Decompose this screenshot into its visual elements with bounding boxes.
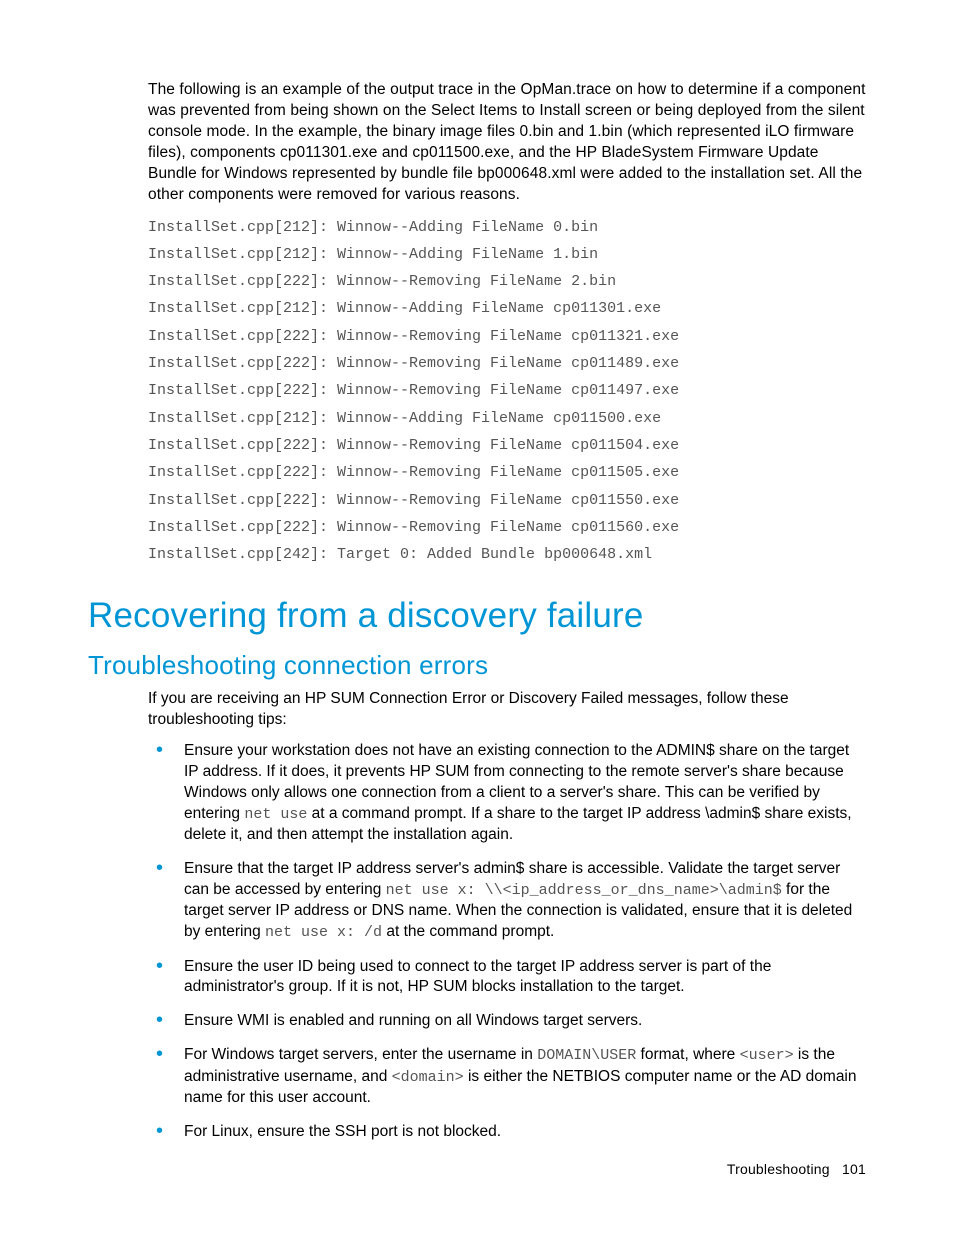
trace-output: InstallSet.cpp[212]: Winnow--Adding File… (148, 214, 866, 569)
intro-paragraph: The following is an example of the outpu… (148, 80, 866, 206)
inline-code: DOMAIN\USER (537, 1047, 636, 1064)
footer-section-label: Troubleshooting (727, 1161, 830, 1177)
list-item-text: Ensure WMI is enabled and running on all… (184, 1012, 642, 1029)
list-item: Ensure the user ID being used to connect… (148, 957, 866, 999)
inline-code: <user> (740, 1047, 794, 1064)
inline-code: net use x: /d (265, 924, 382, 941)
inline-code: <domain> (392, 1069, 464, 1086)
page-content: The following is an example of the outpu… (0, 0, 954, 1143)
list-item: Ensure your workstation does not have an… (148, 741, 866, 846)
troubleshooting-list: Ensure your workstation does not have an… (148, 741, 866, 1142)
inline-code: net use (244, 806, 307, 823)
list-item: Ensure WMI is enabled and running on all… (148, 1011, 866, 1032)
intro-block: The following is an example of the outpu… (148, 80, 866, 568)
list-item: For Linux, ensure the SSH port is not bl… (148, 1122, 866, 1143)
heading-recovering: Recovering from a discovery failure (88, 596, 866, 636)
list-item: Ensure that the target IP address server… (148, 859, 866, 943)
inline-code: net use x: \\<ip_address_or_dns_name>\ad… (386, 882, 782, 899)
footer-page-number: 101 (842, 1161, 866, 1177)
list-item-text: For Linux, ensure the SSH port is not bl… (184, 1123, 501, 1140)
list-item: For Windows target servers, enter the us… (148, 1045, 866, 1108)
list-item-text: format, where (636, 1046, 739, 1063)
list-item-text: Ensure the user ID being used to connect… (184, 958, 771, 996)
heading-troubleshooting: Troubleshooting connection errors (88, 650, 866, 681)
list-item-text: at the command prompt. (382, 923, 554, 940)
list-item-text: For Windows target servers, enter the us… (184, 1046, 537, 1063)
page-footer: Troubleshooting 101 (727, 1161, 866, 1177)
tips-intro: If you are receiving an HP SUM Connectio… (148, 689, 866, 731)
